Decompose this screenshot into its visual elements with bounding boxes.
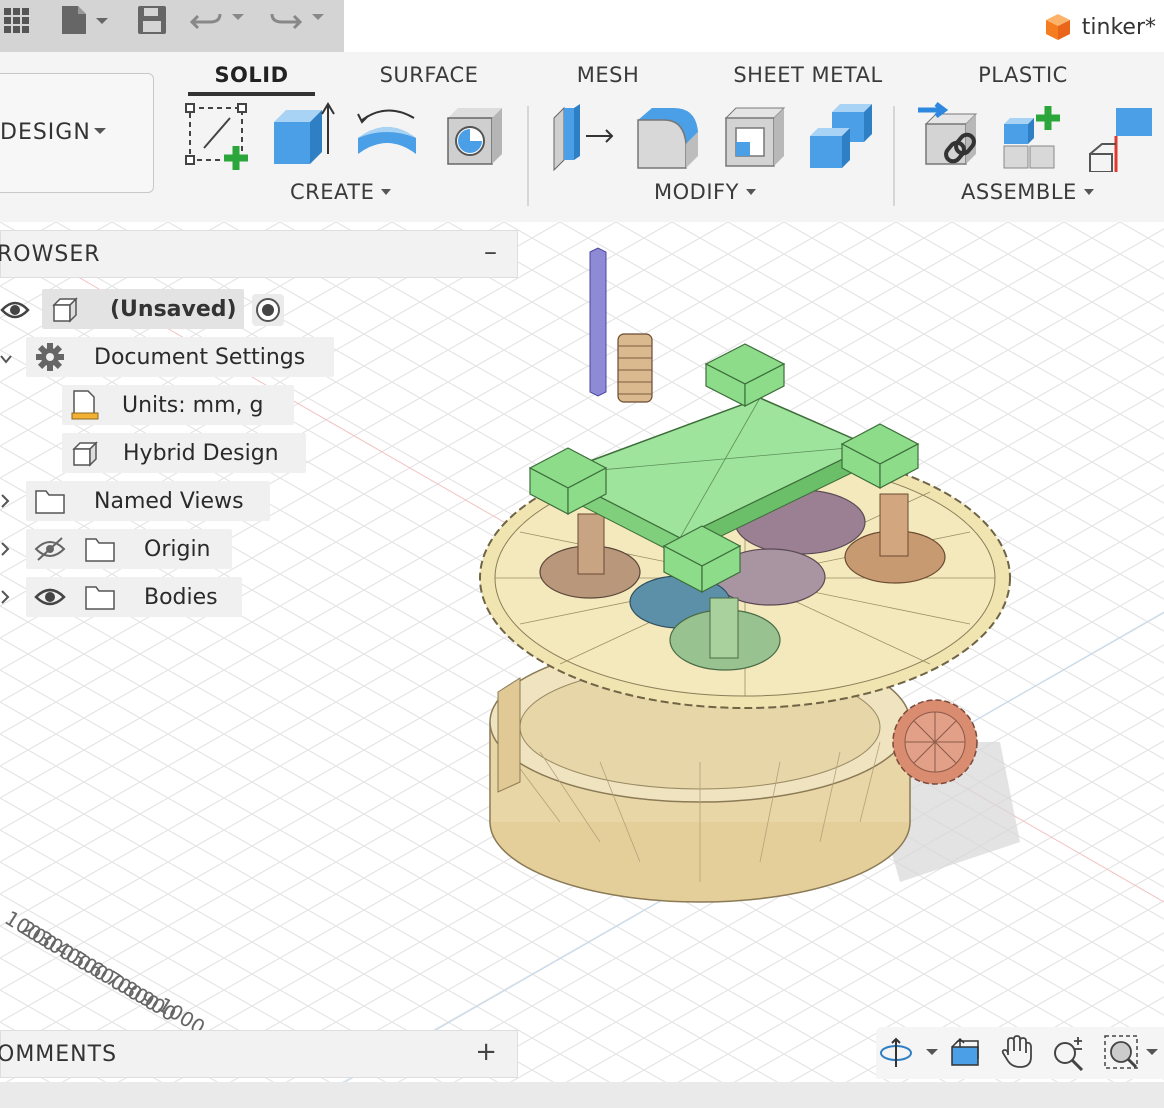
- radio-selected-icon: [256, 298, 280, 322]
- orbit-icon[interactable]: [878, 1037, 942, 1069]
- undo-icon[interactable]: [190, 6, 252, 34]
- chevron-right-icon[interactable]: [0, 542, 10, 556]
- press-pull-icon[interactable]: [550, 102, 620, 172]
- comments-panel-header[interactable]: OMMENTS +: [0, 1030, 518, 1078]
- status-strip: [0, 1082, 1164, 1108]
- component-icon: [72, 441, 98, 467]
- navigation-bar: [876, 1027, 1164, 1079]
- tab-sheet-metal[interactable]: SHEET METAL: [720, 58, 896, 92]
- chevron-down-icon: [94, 128, 106, 134]
- redo-icon[interactable]: [268, 6, 330, 34]
- tree-item-label: Bodies: [144, 584, 218, 610]
- fillet-icon[interactable]: [634, 102, 704, 172]
- folder-icon: [35, 490, 65, 514]
- workspace-label: DESIGN: [0, 120, 91, 145]
- chevron-down-icon: [381, 189, 392, 195]
- folder-icon: [85, 538, 115, 562]
- tree-item-label: Hybrid Design: [123, 440, 279, 466]
- eye-hidden-icon[interactable]: [34, 536, 66, 562]
- tab-solid[interactable]: SOLID: [188, 58, 315, 92]
- hole-icon[interactable]: [440, 102, 510, 172]
- apps-grid-icon[interactable]: [2, 6, 32, 36]
- tree-item-label: Document Settings: [94, 344, 306, 370]
- comments-title: OMMENTS: [0, 1042, 118, 1067]
- browser-panel-header[interactable]: ROWSER –: [0, 230, 518, 278]
- folder-icon: [85, 586, 115, 610]
- browser-title: ROWSER: [0, 242, 101, 267]
- new-component-icon[interactable]: [1000, 102, 1070, 172]
- assemble-group-menu[interactable]: ASSEMBLE: [961, 180, 1095, 204]
- combine-icon[interactable]: [806, 102, 876, 172]
- look-at-icon[interactable]: [948, 1035, 982, 1069]
- eye-icon[interactable]: [0, 298, 30, 322]
- workspace-switcher[interactable]: DESIGN: [0, 73, 154, 193]
- tree-item-label: Units: mm, g: [122, 392, 264, 418]
- as-built-joint-icon[interactable]: [1088, 102, 1158, 172]
- tab-surface[interactable]: SURFACE: [360, 58, 498, 92]
- create-group-menu[interactable]: CREATE: [290, 180, 392, 204]
- ribbon-divider: [893, 106, 895, 206]
- chevron-down-icon[interactable]: [0, 350, 12, 364]
- add-comment-button[interactable]: +: [475, 1037, 497, 1067]
- zoom-icon[interactable]: [1050, 1033, 1088, 1071]
- tree-item-named-views[interactable]: Named Views: [26, 481, 270, 521]
- active-tab-indicator: [188, 92, 315, 96]
- tree-item-label: Origin: [144, 536, 211, 562]
- tree-root-unsaved[interactable]: (Unsaved): [42, 289, 244, 329]
- component-icon: [52, 297, 78, 323]
- save-icon[interactable]: [136, 4, 168, 36]
- pan-icon[interactable]: [1000, 1033, 1034, 1071]
- fit-icon[interactable]: [1102, 1033, 1162, 1071]
- tree-item-hybrid-design[interactable]: Hybrid Design: [62, 433, 306, 473]
- modify-group-menu[interactable]: MODIFY: [654, 180, 757, 204]
- document-cube-icon: [1045, 14, 1070, 40]
- collapse-browser-button[interactable]: –: [484, 237, 497, 267]
- extrude-icon[interactable]: [266, 102, 336, 172]
- tab-mesh[interactable]: MESH: [560, 58, 656, 92]
- file-icon[interactable]: [58, 4, 114, 36]
- chevron-down-icon: [745, 189, 756, 195]
- tree-item-document-settings[interactable]: Document Settings: [26, 337, 334, 377]
- ribbon-divider: [527, 106, 529, 206]
- joint-icon[interactable]: [914, 102, 984, 172]
- document-title-text: tinker*: [1081, 14, 1156, 40]
- tree-item-bodies[interactable]: Bodies: [26, 577, 242, 617]
- document-title[interactable]: tinker*: [1044, 10, 1156, 44]
- revolve-icon[interactable]: [352, 102, 422, 172]
- tree-item-origin[interactable]: Origin: [26, 529, 232, 569]
- shell-icon[interactable]: [720, 102, 790, 172]
- tree-item-units[interactable]: Units: mm, g: [62, 385, 294, 425]
- activate-component-radio[interactable]: [252, 294, 284, 326]
- chevron-right-icon[interactable]: [0, 590, 10, 604]
- chevron-right-icon[interactable]: [0, 494, 10, 508]
- tab-plastic[interactable]: PLASTIC: [962, 58, 1084, 92]
- side-gear: [892, 699, 978, 785]
- tree-item-label: Named Views: [94, 488, 244, 514]
- gear-icon: [36, 343, 64, 371]
- units-icon: [71, 390, 99, 420]
- eye-icon[interactable]: [34, 584, 66, 610]
- quick-access-toolbar: [0, 0, 344, 52]
- chevron-down-icon: [1083, 189, 1094, 195]
- tree-root-label: (Unsaved): [110, 296, 237, 322]
- create-sketch-icon[interactable]: [184, 102, 254, 172]
